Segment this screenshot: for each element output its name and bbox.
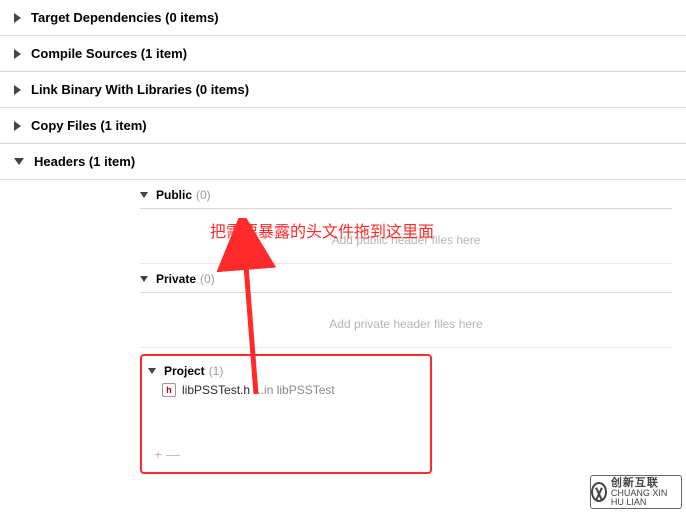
disclosure-triangle-down-icon xyxy=(140,192,148,198)
headers-public-group[interactable]: Public (0) xyxy=(140,180,672,209)
watermark-logo: 创新互联 CHUANG XIN HU LIAN xyxy=(590,475,682,509)
headers-project-group-highlighted: Project (1) h libPSSTest.h ...in libPSST… xyxy=(140,354,432,474)
disclosure-triangle-icon xyxy=(14,85,21,95)
disclosure-triangle-down-icon xyxy=(148,368,156,374)
disclosure-triangle-down-icon xyxy=(140,276,148,282)
disclosure-triangle-icon xyxy=(14,121,21,131)
header-file-icon: h xyxy=(162,383,176,397)
disclosure-triangle-icon xyxy=(14,13,21,23)
group-count: (1) xyxy=(209,364,224,378)
phase-compile-sources[interactable]: Compile Sources (1 item) xyxy=(0,36,686,72)
phase-headers[interactable]: Headers (1 item) xyxy=(0,144,686,180)
phase-link-binary[interactable]: Link Binary With Libraries (0 items) xyxy=(0,72,686,108)
disclosure-triangle-down-icon xyxy=(14,158,24,165)
remove-button[interactable]: — xyxy=(166,446,180,462)
group-count: (0) xyxy=(200,272,215,286)
disclosure-triangle-icon xyxy=(14,49,21,59)
phase-label: Link Binary With Libraries (0 items) xyxy=(31,82,249,97)
phase-label: Compile Sources (1 item) xyxy=(31,46,187,61)
file-name: libPSSTest.h xyxy=(182,383,250,397)
phase-target-dependencies[interactable]: Target Dependencies (0 items) xyxy=(0,0,686,36)
phase-label: Copy Files (1 item) xyxy=(31,118,147,133)
group-count: (0) xyxy=(196,188,211,202)
group-label: Private xyxy=(156,272,196,286)
add-button[interactable]: + xyxy=(154,446,162,462)
annotation-text: 把需要暴露的头文件拖到这里面 xyxy=(210,218,434,242)
phase-copy-files[interactable]: Copy Files (1 item) xyxy=(0,108,686,144)
phase-label: Headers (1 item) xyxy=(34,154,135,169)
headers-private-group[interactable]: Private (0) xyxy=(140,264,672,293)
file-location: ...in libPSSTest xyxy=(254,383,335,397)
headers-project-group[interactable]: Project (1) xyxy=(148,356,424,380)
group-label: Project xyxy=(164,364,205,378)
header-file-row[interactable]: h libPSSTest.h ...in libPSSTest xyxy=(148,380,424,400)
private-placeholder[interactable]: Add private header files here xyxy=(140,293,672,348)
watermark-text: 创新互联 CHUANG XIN HU LIAN xyxy=(611,478,681,507)
watermark-icon xyxy=(591,482,607,502)
group-label: Public xyxy=(156,188,192,202)
phase-label: Target Dependencies (0 items) xyxy=(31,10,219,25)
